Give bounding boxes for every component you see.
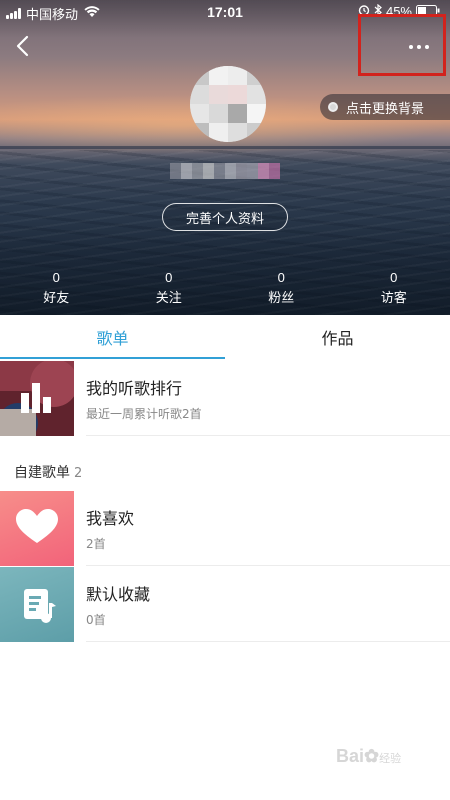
ranking-title: 我的听歌排行: [86, 379, 183, 398]
playlist-name: 默认收藏: [86, 585, 151, 604]
playlist-count: 0首: [86, 613, 106, 627]
stat-following[interactable]: 0 关注: [113, 270, 226, 310]
watermark-suffix: 经验: [379, 753, 402, 765]
divider: [86, 435, 450, 436]
tab-active-indicator: [0, 357, 225, 359]
stat-label: 粉丝: [268, 291, 295, 306]
section-title: 自建歌单: [14, 465, 70, 481]
tab-playlists[interactable]: 歌单: [0, 315, 225, 359]
profile-stats: 0 好友 0 关注 0 粉丝 0 访客: [0, 270, 450, 310]
paw-icon: ✿: [364, 746, 380, 766]
section-count: 2: [74, 466, 83, 481]
watermark-text: Bai: [336, 746, 365, 766]
divider: [86, 565, 450, 566]
ranking-subtitle: 最近一周累计听歌2首: [86, 407, 202, 421]
stat-value: 0: [277, 270, 285, 285]
content-tabs: 歌单 作品: [0, 315, 450, 359]
camera-dot-icon: [328, 102, 338, 112]
ranking-thumbnail: [0, 361, 74, 436]
stat-label: 好友: [43, 291, 70, 306]
stat-label: 关注: [155, 291, 182, 306]
nickname-redacted: [170, 163, 280, 179]
stat-value: 0: [52, 270, 60, 285]
change-background-button[interactable]: 点击更换背景: [320, 94, 450, 120]
chevron-left-icon: [16, 35, 29, 57]
custom-playlists-header[interactable]: 自建歌单 2: [14, 462, 82, 482]
playlist-item-default[interactable]: 默认收藏 0首: [0, 567, 450, 642]
heart-icon: [16, 509, 58, 543]
tab-label: 歌单: [96, 329, 129, 348]
tab-label: 作品: [321, 329, 354, 348]
back-button[interactable]: [10, 32, 38, 60]
stat-value: 0: [165, 270, 173, 285]
tab-works[interactable]: 作品: [225, 315, 450, 359]
stat-value: 0: [390, 270, 398, 285]
baidu-watermark: Bai✿经验: [336, 746, 401, 767]
stat-friends[interactable]: 0 好友: [0, 270, 113, 310]
stat-fans[interactable]: 0 粉丝: [225, 270, 338, 310]
avatar[interactable]: [190, 66, 266, 142]
edit-profile-button[interactable]: 完善个人资料: [162, 203, 288, 231]
more-horizontal-icon: [409, 45, 433, 49]
default-thumbnail: [0, 567, 74, 642]
playlist-item-liked[interactable]: 我喜欢 2首: [0, 491, 450, 566]
music-note-list-icon: [24, 589, 56, 623]
stat-label: 访客: [380, 291, 407, 306]
change-background-label: 点击更换背景: [346, 101, 425, 117]
playlist-name: 我喜欢: [86, 509, 135, 528]
more-options-button[interactable]: [358, 14, 446, 76]
divider: [86, 641, 450, 642]
listening-ranking-item[interactable]: 我的听歌排行 最近一周累计听歌2首: [0, 361, 450, 436]
stat-visitors[interactable]: 0 访客: [338, 270, 450, 310]
playlist-count: 2首: [86, 537, 106, 551]
liked-thumbnail: [0, 491, 74, 566]
